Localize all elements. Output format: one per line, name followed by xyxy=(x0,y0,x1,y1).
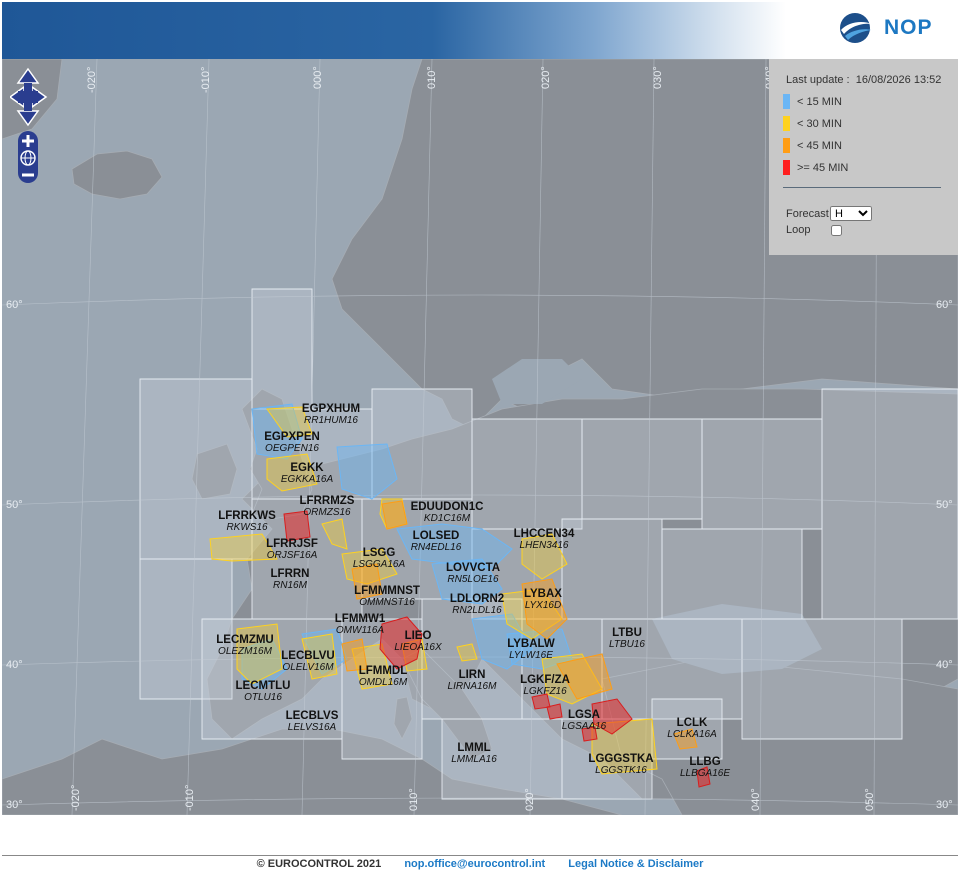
lat-label-40-right: 40° xyxy=(936,659,953,671)
sector-label[interactable]: LFMMW1 OMW116A xyxy=(335,613,385,636)
lat-label-30: 30° xyxy=(6,799,23,811)
legend-swatch-red xyxy=(783,160,790,175)
sector-label[interactable]: LDLORN2 RN2LDL16 xyxy=(450,593,504,616)
sector-label[interactable]: EGPXHUM RR1HUM16 xyxy=(302,403,360,426)
legend-swatch-yellow xyxy=(783,116,790,131)
lon-label-10: 010° xyxy=(426,66,438,89)
header-banner: NOP xyxy=(2,2,958,59)
lat-label-60: 60° xyxy=(6,299,23,311)
legend-label: < 30 MIN xyxy=(797,118,842,130)
lat-label-30-right: 30° xyxy=(936,799,953,811)
lon-label-30: 030° xyxy=(652,66,664,89)
sector-label[interactable]: LIEO LIEOA16X xyxy=(394,630,441,653)
email-link[interactable]: nop.office@eurocontrol.int xyxy=(404,858,545,870)
sector-label[interactable]: LECMZMU OLEZM16M xyxy=(216,634,274,657)
sector-label[interactable]: LCLK LCLKA16A xyxy=(667,717,716,740)
footer: © EUROCONTROL 2021 nop.office@eurocontro… xyxy=(0,858,960,870)
lon-label-20-bottom: 020° xyxy=(524,788,536,811)
lon-label-m20: -020° xyxy=(86,66,98,93)
lon-label-40-bottom: 040° xyxy=(750,788,762,811)
legend-label: >= 45 MIN xyxy=(797,162,849,174)
sector-label[interactable]: LTBU LTBU16 xyxy=(609,627,645,650)
forecast-select[interactable]: H xyxy=(830,206,872,221)
sector-label[interactable]: LECMTLU OTLU16 xyxy=(236,680,291,703)
loop-checkbox[interactable] xyxy=(831,225,842,236)
sector-label[interactable]: LGGGSTKA LGGSTK16 xyxy=(588,753,653,776)
footer-divider xyxy=(2,855,958,856)
legend-divider xyxy=(783,187,941,188)
legend-label: < 15 MIN xyxy=(797,96,842,108)
sector-label[interactable]: LFRRN RN16M xyxy=(271,568,310,591)
sector-label[interactable]: LMML LMMLA16 xyxy=(451,742,497,765)
nop-logo[interactable]: NOP xyxy=(836,8,940,48)
sector-label[interactable]: LOLSED RN4EDL16 xyxy=(411,530,462,553)
legend-panel: Last update : 16/08/2026 13:52 < 15 MIN … xyxy=(769,59,958,255)
sector-label[interactable]: EGKK EGKKA16A xyxy=(281,462,333,485)
lon-label-10-bottom: 010° xyxy=(408,788,420,811)
lon-label-m10-bottom: -010° xyxy=(184,784,196,811)
lon-label-50-bottom: 050° xyxy=(864,788,876,811)
legend-swatch-blue xyxy=(783,94,790,109)
nop-logo-text: NOP xyxy=(884,16,933,39)
sector-label[interactable]: LLBG LLBGA16E xyxy=(680,756,730,779)
sector-label[interactable]: LGSA LGSAA16 xyxy=(562,709,606,732)
legend-label: < 45 MIN xyxy=(797,140,842,152)
sector-label[interactable]: LFRRKWS RKWS16 xyxy=(218,510,276,533)
sector-label[interactable]: LOVVCTA RN5LOE16 xyxy=(446,562,500,585)
sector-label[interactable]: LSGG LSGGA16A xyxy=(353,547,405,570)
sector-label[interactable]: LFRRJSF ORJSF16A xyxy=(266,538,318,561)
copyright-text: © EUROCONTROL 2021 xyxy=(256,858,382,870)
eurocontrol-swirl-icon xyxy=(840,13,872,43)
loop-label: Loop xyxy=(786,224,811,236)
sector-label[interactable]: LGKF/ZA LGKFZ16 xyxy=(520,674,570,697)
sector-label[interactable]: LHCCEN34 LHEN3416 xyxy=(514,528,575,551)
pan-arrows-icon[interactable] xyxy=(10,67,48,127)
lon-label-m20-bottom: -020° xyxy=(70,784,82,811)
last-update-value: 16/08/2026 13:52 xyxy=(855,74,942,86)
sector-label[interactable]: LYBAX LYX16D xyxy=(524,588,562,611)
lon-label-20: 020° xyxy=(540,66,552,89)
lat-label-50: 50° xyxy=(6,499,23,511)
europe-delay-map[interactable]: 60° 50° 40° 30° 60° 50° 40° 30° -020° -0… xyxy=(2,59,958,815)
legend-swatch-orange xyxy=(783,138,790,153)
legal-notice-link[interactable]: Legal Notice & Disclaimer xyxy=(568,858,703,870)
lat-label-50-right: 50° xyxy=(936,499,953,511)
lon-label-m10: -010° xyxy=(200,66,212,93)
lat-label-60-right: 60° xyxy=(936,299,953,311)
pan-zoom-control xyxy=(10,67,48,183)
sector-label[interactable]: LFRRMZS ORMZS16 xyxy=(300,495,355,518)
sector-label[interactable]: EDUUDON1C KD1C16M xyxy=(411,501,484,524)
lon-label-0: 000° xyxy=(312,66,324,89)
last-update: Last update : 16/08/2026 13:52 xyxy=(786,74,941,86)
sector-label[interactable]: LIRN LIRNA16M xyxy=(448,669,497,692)
sector-label[interactable]: LECBLVS LELVS16A xyxy=(286,710,339,733)
sector-label[interactable]: LFMMDL OMDL16M xyxy=(359,665,408,688)
sector-label[interactable]: LFMMMNST OMMNST16 xyxy=(354,585,420,608)
sector-label[interactable]: LYBALW LYLW16E xyxy=(507,638,555,661)
lat-label-40: 40° xyxy=(6,659,23,671)
last-update-label: Last update : xyxy=(786,74,850,86)
forecast-label: Forecast xyxy=(786,208,829,220)
sector-label[interactable]: EGPXPEN OEGPEN16 xyxy=(264,431,320,454)
sector-label[interactable]: LECBLVU OLELV16M xyxy=(281,650,334,673)
